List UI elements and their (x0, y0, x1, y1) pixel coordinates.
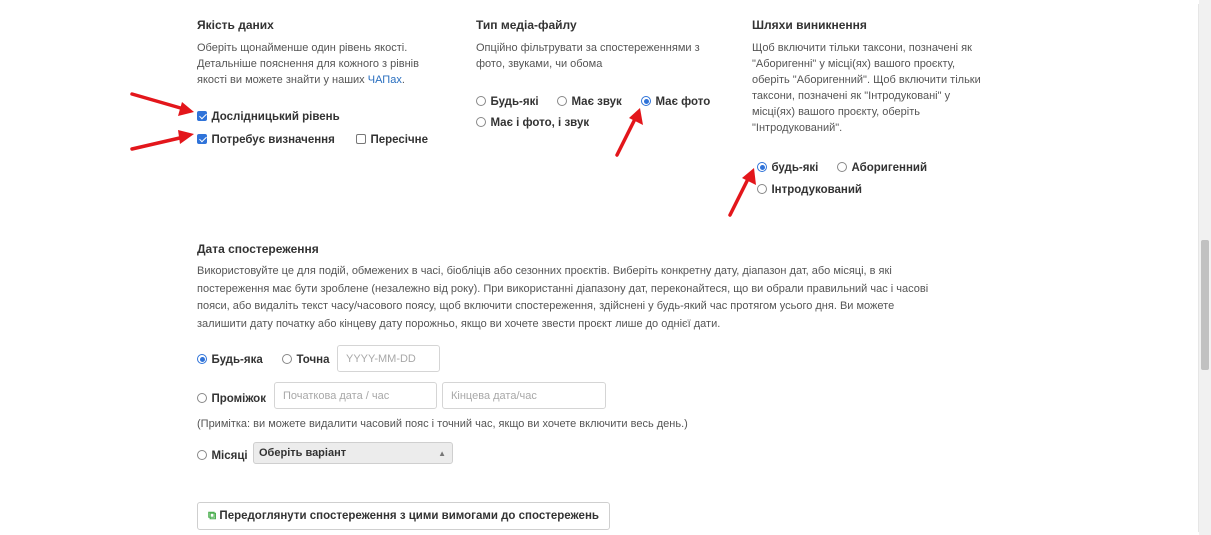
date-note: (Примітка: ви можете видалити часовий по… (197, 418, 688, 430)
radio-media-sound[interactable] (557, 96, 567, 106)
range-end-input[interactable]: Кінцева дата/час (442, 382, 606, 409)
origin-option-introduced[interactable]: Інтродукований (757, 180, 862, 198)
date-title: Дата спостереження (197, 242, 319, 256)
radio-media-any[interactable] (476, 96, 486, 106)
media-description: Опційно фільтрувати за спостереженнями з… (476, 42, 700, 70)
quality-option-casual[interactable]: Пересічне (356, 130, 428, 148)
checkbox-needs-id[interactable] (197, 134, 207, 144)
select-caret-icon: ▲ (438, 449, 446, 458)
radio-date-months[interactable] (197, 450, 207, 460)
arrow-annotation-photo (615, 108, 643, 157)
date-option-exact[interactable]: Точна (282, 350, 330, 368)
exact-date-input[interactable]: YYYY-MM-DD (337, 345, 440, 372)
origin-option-any[interactable]: будь-які (757, 158, 818, 176)
checkbox-casual[interactable] (356, 134, 366, 144)
scrollbar[interactable] (1199, 0, 1211, 535)
faq-link[interactable]: ЧАПах (368, 74, 402, 86)
date-option-months[interactable]: Місяці (197, 446, 248, 464)
range-start-input[interactable]: Початкова дата / час (274, 382, 437, 409)
checkbox-research[interactable] (197, 111, 207, 121)
months-select[interactable]: Оберіть варіант ▲ (253, 442, 453, 464)
origin-description: Щоб включити тільки таксони, позначені я… (752, 42, 981, 134)
arrow-annotation-origin (728, 168, 756, 217)
quality-title: Якість даних (197, 18, 274, 32)
radio-media-both[interactable] (476, 117, 486, 127)
origin-title: Шляхи виникнення (752, 18, 867, 32)
arrow-annotation-research (130, 92, 194, 116)
radio-date-exact[interactable] (282, 354, 292, 364)
quality-option-needs-id[interactable]: Потребує визначення (197, 130, 335, 148)
arrow-annotation-needs-id (130, 130, 194, 151)
radio-date-range[interactable] (197, 393, 207, 403)
quality-option-research[interactable]: Дослідницький рівень (197, 107, 340, 125)
external-link-icon: ⧉ (208, 510, 217, 522)
date-description: Використовуйте це для подій, обмежених в… (197, 265, 929, 330)
radio-date-any[interactable] (197, 354, 207, 364)
media-option-photo[interactable]: Має фото (641, 92, 710, 110)
origin-option-native[interactable]: Аборигенний (837, 158, 927, 176)
media-title: Тип медіа-файлу (476, 18, 577, 32)
scrollbar-thumb[interactable] (1201, 240, 1209, 370)
media-option-any[interactable]: Будь-які (476, 92, 539, 110)
quality-description: Оберіть щонайменше один рівень якості. Д… (197, 42, 419, 86)
radio-origin-native[interactable] (837, 162, 847, 172)
date-option-any[interactable]: Будь-яка (197, 350, 263, 368)
media-option-both[interactable]: Має і фото, і звук (476, 113, 589, 131)
preview-observations-button[interactable]: ⧉ Передоглянути спостереження з цими вим… (197, 502, 610, 530)
date-option-range[interactable]: Проміжок (197, 389, 266, 407)
